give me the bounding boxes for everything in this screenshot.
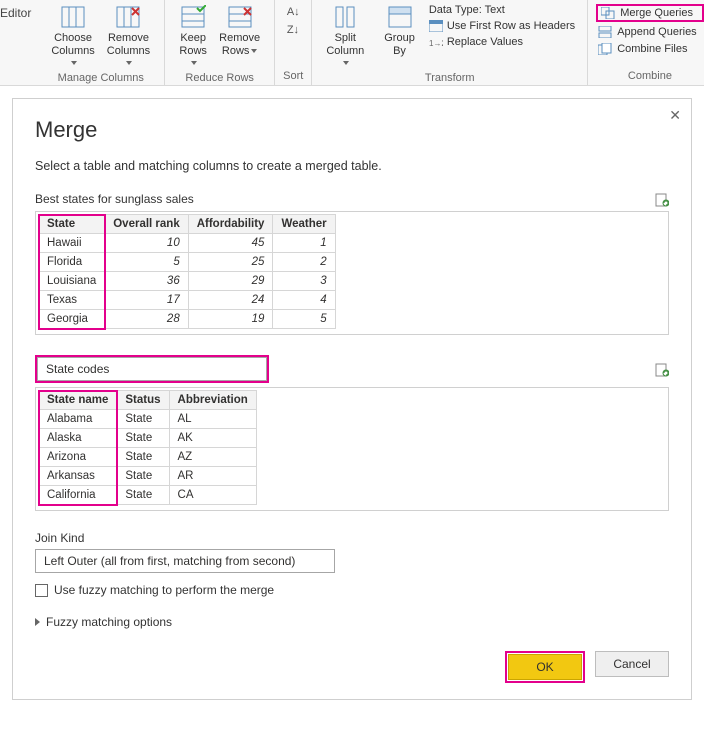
sort-desc-button[interactable]: Z↓ bbox=[287, 24, 299, 36]
triangle-right-icon bbox=[35, 618, 40, 626]
ribbon-section-sort: A↓ Z↓ Sort bbox=[275, 0, 312, 85]
remove-rows-icon bbox=[226, 4, 254, 30]
dialog-title: Merge bbox=[35, 117, 669, 143]
highlight-ok-button: OK bbox=[505, 651, 585, 683]
second-table-select[interactable]: State codes bbox=[37, 357, 267, 381]
fuzzy-matching-checkbox[interactable]: Use fuzzy matching to perform the merge bbox=[35, 583, 669, 597]
join-kind-label: Join Kind bbox=[35, 531, 669, 545]
column-header[interactable]: Affordability bbox=[188, 215, 273, 234]
keep-rows-icon bbox=[179, 4, 207, 30]
table-refresh-icon[interactable] bbox=[655, 191, 669, 207]
replace-values-icon: 1→2 bbox=[429, 36, 443, 48]
merge-dialog: ✕ Merge Select a table and matching colu… bbox=[12, 98, 692, 700]
merge-queries-button[interactable]: Merge Queries bbox=[599, 6, 701, 20]
append-queries-icon bbox=[598, 26, 612, 38]
close-icon[interactable]: ✕ bbox=[669, 107, 681, 124]
remove-columns-button[interactable]: Remove Columns bbox=[101, 2, 156, 72]
column-header[interactable]: Weather bbox=[273, 215, 335, 234]
group-by-icon bbox=[386, 4, 414, 30]
table-row[interactable]: AlabamaStateAL bbox=[39, 410, 257, 429]
cancel-button[interactable]: Cancel bbox=[595, 651, 669, 677]
ribbon: Editor Choose Columns Remove Columns Man… bbox=[0, 0, 704, 86]
table-refresh-icon[interactable] bbox=[655, 361, 669, 377]
table-row[interactable]: AlaskaStateAK bbox=[39, 429, 257, 448]
ribbon-section-manage-columns: Choose Columns Remove Columns Manage Col… bbox=[37, 0, 165, 85]
split-column-icon bbox=[331, 4, 359, 30]
sort-asc-button[interactable]: A↓ bbox=[287, 6, 300, 18]
ribbon-section-reduce-rows: Keep Rows Remove Rows Reduce Rows bbox=[165, 0, 275, 85]
table-row[interactable]: Louisiana36293 bbox=[39, 272, 336, 291]
group-by-button[interactable]: Group By bbox=[378, 2, 421, 59]
ribbon-section-combine: Merge Queries Append Queries Combine Fil… bbox=[588, 0, 704, 85]
table1-preview-frame: StateOverall rankAffordabilityWeatherHaw… bbox=[35, 211, 669, 335]
table-row[interactable]: ArizonaStateAZ bbox=[39, 448, 257, 467]
append-queries-button[interactable]: Append Queries bbox=[596, 25, 704, 39]
table-row[interactable]: Hawaii10451 bbox=[39, 234, 336, 253]
editor-label: Editor bbox=[0, 0, 37, 85]
first-row-headers-button[interactable]: Use First Row as Headers bbox=[429, 20, 579, 32]
split-column-button[interactable]: Split Column bbox=[320, 2, 370, 72]
remove-rows-button[interactable]: Remove Rows bbox=[213, 2, 266, 59]
column-header[interactable]: Overall rank bbox=[105, 215, 188, 234]
sort-asc-icon: A↓ bbox=[287, 6, 300, 18]
chevron-down-icon bbox=[71, 61, 77, 65]
table2-preview[interactable]: State nameStatusAbbreviationAlabamaState… bbox=[38, 390, 257, 505]
remove-columns-icon bbox=[114, 4, 142, 30]
checkbox-icon bbox=[35, 584, 48, 597]
table1-preview[interactable]: StateOverall rankAffordabilityWeatherHaw… bbox=[38, 214, 336, 329]
table-row[interactable]: Georgia28195 bbox=[39, 310, 336, 329]
highlight-second-table-select: State codes bbox=[35, 355, 269, 383]
choose-columns-icon bbox=[59, 4, 87, 30]
combine-files-icon bbox=[598, 43, 612, 55]
chevron-down-icon bbox=[126, 61, 132, 65]
dialog-subtitle: Select a table and matching columns to c… bbox=[35, 159, 669, 173]
column-header[interactable]: State name bbox=[39, 391, 117, 410]
chevron-down-icon bbox=[343, 61, 349, 65]
keep-rows-button[interactable]: Keep Rows bbox=[173, 2, 213, 72]
column-header[interactable]: Status bbox=[117, 391, 169, 410]
svg-text:1→2: 1→2 bbox=[429, 39, 443, 48]
table2-preview-frame: State nameStatusAbbreviationAlabamaState… bbox=[35, 387, 669, 511]
chevron-down-icon bbox=[251, 49, 257, 53]
highlight-merge-queries: Merge Queries bbox=[596, 4, 704, 22]
merge-queries-icon bbox=[601, 7, 615, 19]
join-kind-select[interactable]: Left Outer (all from first, matching fro… bbox=[35, 549, 335, 573]
choose-columns-button[interactable]: Choose Columns bbox=[45, 2, 100, 72]
replace-values-button[interactable]: 1→2 Replace Values bbox=[429, 36, 579, 48]
column-header[interactable]: Abbreviation bbox=[169, 391, 256, 410]
combine-files-button[interactable]: Combine Files bbox=[596, 42, 704, 56]
table-row[interactable]: Texas17244 bbox=[39, 291, 336, 310]
chevron-down-icon bbox=[191, 61, 197, 65]
sort-desc-icon: Z↓ bbox=[287, 24, 299, 36]
table-header-icon bbox=[429, 20, 443, 32]
ribbon-section-transform: Split Column Group By Data Type: Text Us… bbox=[312, 0, 588, 85]
table-row[interactable]: ArkansasStateAR bbox=[39, 467, 257, 486]
table-row[interactable]: CaliforniaStateCA bbox=[39, 486, 257, 505]
ok-button[interactable]: OK bbox=[508, 654, 582, 680]
table-row[interactable]: Florida5252 bbox=[39, 253, 336, 272]
fuzzy-options-expander[interactable]: Fuzzy matching options bbox=[35, 615, 669, 629]
data-type-dropdown[interactable]: Data Type: Text bbox=[429, 4, 579, 16]
column-header[interactable]: State bbox=[39, 215, 105, 234]
table1-caption: Best states for sunglass sales bbox=[35, 192, 194, 206]
